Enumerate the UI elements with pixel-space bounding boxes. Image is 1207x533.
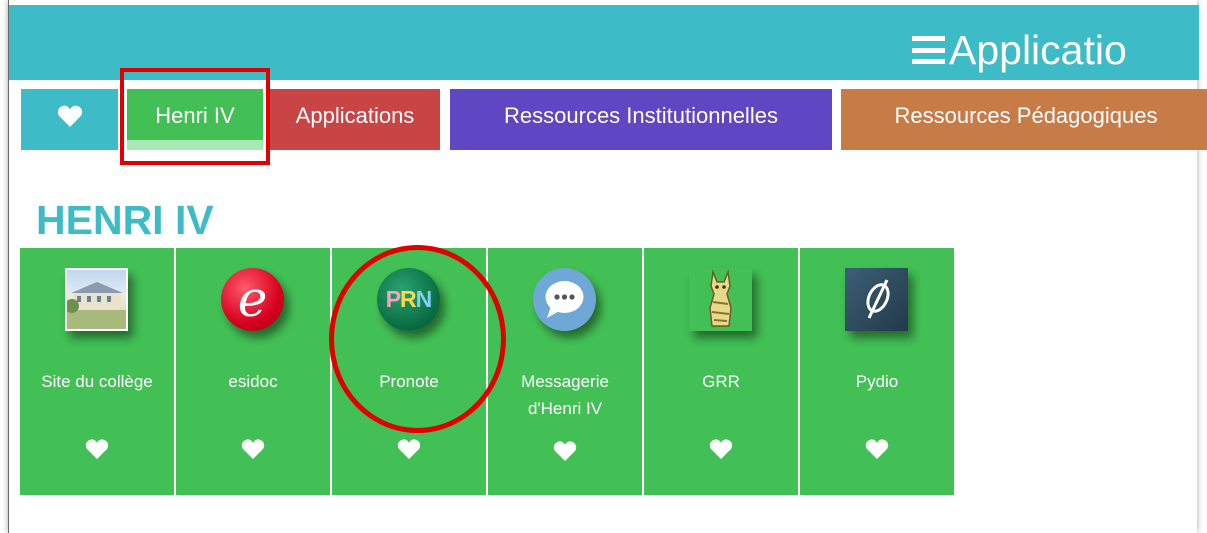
heart-icon[interactable] [553,440,577,462]
section-title: HENRI IV [36,197,214,243]
app-name: Messagerie d'Henri IV [488,368,642,422]
app-tile-pronote[interactable]: PRN Pronote [332,248,486,495]
app-tile-site-du-college[interactable]: Site du collège [20,248,174,495]
app-name-line: Messagerie [521,372,609,391]
app-name: Pydio [855,372,899,391]
app-name: GRR [702,372,740,391]
heart-icon[interactable] [709,438,733,460]
esidoc-logo-icon: e [221,268,284,331]
heart-icon[interactable] [85,438,109,460]
applications-menu-title: Applicatio [949,27,1127,73]
active-tab-indicator [127,140,263,150]
pronote-logo-text: PRN [385,286,433,312]
tab-label: Ressources Pédagogiques [894,102,1158,128]
applications-menu-button[interactable]: Applicatio [912,27,1127,73]
tab-label: Ressources Institutionnelles [504,102,778,128]
tab-label: Henri IV [155,102,235,128]
tab-applications[interactable]: Applications [270,89,440,150]
app-name: esidoc [228,372,278,391]
app-name: Pronote [379,372,439,391]
hamburger-menu-icon [912,36,945,64]
app-name-line: d'Henri IV [527,399,603,418]
tab-ressources-institutionnelles[interactable]: Ressources Institutionnelles [450,89,832,150]
heart-icon[interactable] [241,438,265,460]
school-photo-icon [65,268,128,331]
top-bar: Applicatio [9,5,1199,80]
app-tile-esidoc[interactable]: e esidoc [176,248,330,495]
pydio-logo-icon [845,268,908,331]
heart-icon [57,105,82,127]
chat-bubble-icon [533,268,596,331]
tab-favorites[interactable] [21,89,118,150]
app-tile-pydio[interactable]: Pydio [800,248,954,495]
portal-window: Applicatio Henri IV Applications Ressour… [8,0,1207,533]
esidoc-logo-letter: e [237,270,268,328]
heart-icon[interactable] [397,438,421,460]
tab-label: Applications [295,102,415,128]
pronote-logo-icon: PRN [377,268,440,331]
heart-icon[interactable] [865,438,889,460]
app-tile-grr[interactable]: GRR [644,248,798,495]
cat-drawing-icon [689,268,752,331]
tab-ressources-pedagogiques[interactable]: Ressources Pédagogiques [841,89,1207,150]
tab-henri-iv[interactable]: Henri IV [127,89,263,150]
app-tile-messagerie[interactable]: Messagerie d'Henri IV [488,248,642,495]
app-name: Site du collège [41,372,153,391]
